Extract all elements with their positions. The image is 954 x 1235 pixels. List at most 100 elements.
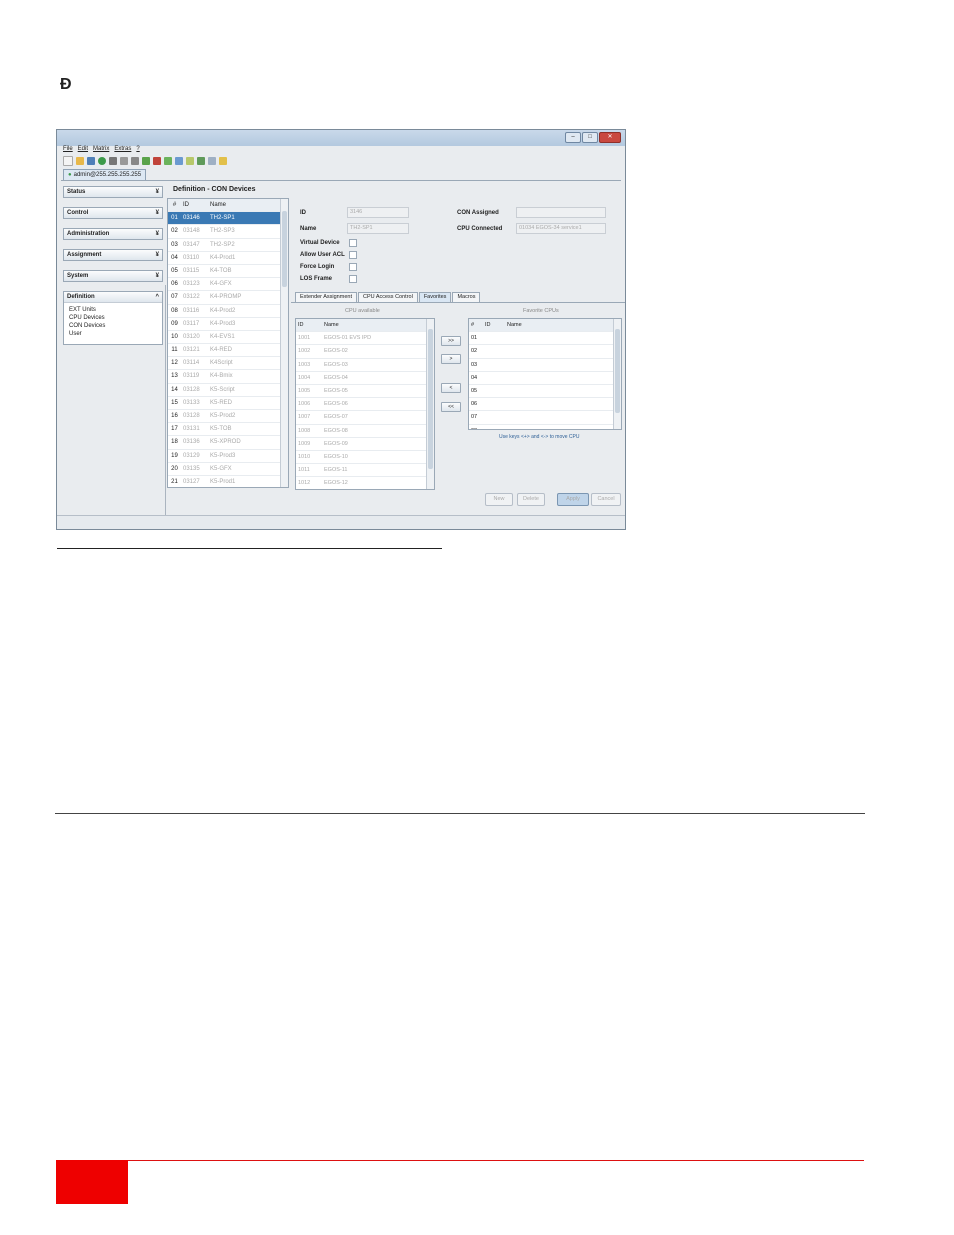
sidebar-system[interactable]: System ¥: [63, 270, 163, 282]
table-row[interactable]: 08: [469, 425, 621, 430]
close-button[interactable]: ✕: [599, 132, 621, 143]
table-row[interactable]: 1004 EGOS-04: [296, 372, 434, 385]
table-row[interactable]: 06: [469, 398, 621, 412]
minimize-button[interactable]: –: [565, 132, 581, 143]
table-row[interactable]: 20 03135 K5-GFX: [168, 463, 288, 476]
table-row[interactable]: 03 03147 TH2-SP2: [168, 239, 288, 252]
paste-icon[interactable]: [131, 157, 139, 165]
force-login-label: Force Login: [300, 264, 335, 270]
menu-extras[interactable]: Extras: [114, 146, 131, 154]
menu-matrix[interactable]: Matrix: [93, 146, 109, 154]
new-button[interactable]: New: [485, 493, 513, 506]
window-titlebar: – □ ✕: [57, 130, 625, 146]
sidebar-item-ext-units[interactable]: EXT Units: [69, 306, 157, 314]
export-icon[interactable]: [186, 157, 194, 165]
cut-icon[interactable]: [109, 157, 117, 165]
chevron-down-icon: ¥: [155, 189, 159, 195]
move-all-left-button[interactable]: <<: [441, 402, 461, 412]
sidebar-item-user[interactable]: User: [69, 330, 157, 338]
refresh-icon[interactable]: [98, 157, 106, 165]
sidebar-administration[interactable]: Administration ¥: [63, 228, 163, 240]
table-row[interactable]: 02 03148 TH2-SP3: [168, 225, 288, 239]
con-assigned-field[interactable]: [516, 207, 606, 218]
copy-icon[interactable]: [120, 157, 128, 165]
sidebar-control[interactable]: Control ¥: [63, 207, 163, 219]
table-row[interactable]: 11 03121 K4-RED: [168, 344, 288, 358]
table-row[interactable]: 07: [469, 411, 621, 425]
table-row[interactable]: 1010 EGOS-10: [296, 451, 434, 465]
table-row[interactable]: 1008 EGOS-08: [296, 425, 434, 438]
table-row[interactable]: 04: [469, 372, 621, 385]
upload-icon[interactable]: [164, 157, 172, 165]
save-icon[interactable]: [87, 157, 95, 165]
virtual-device-checkbox[interactable]: [349, 239, 357, 247]
apply-button[interactable]: Apply: [557, 493, 589, 506]
id-field[interactable]: 3146: [347, 207, 409, 218]
move-right-button[interactable]: >: [441, 354, 461, 364]
scrollbar[interactable]: [613, 319, 621, 429]
table-row[interactable]: 08 03116 K4-Prod2: [168, 305, 288, 318]
table-row[interactable]: 01 03146 TH2-SP1: [168, 212, 288, 226]
maximize-button[interactable]: □: [582, 132, 598, 143]
table-row[interactable]: 17 03131 K5-TOB: [168, 423, 288, 437]
table-row[interactable]: 18 03136 K5-XPROD: [168, 436, 288, 450]
name-field[interactable]: TH2-SP1: [347, 223, 409, 234]
table-row[interactable]: 1012 EGOS-12: [296, 477, 434, 489]
sidebar-definition[interactable]: Definition ^: [64, 292, 162, 303]
document-icon[interactable]: [208, 157, 216, 165]
table-row[interactable]: 1002 EGOS-02: [296, 345, 434, 359]
los-frame-checkbox[interactable]: [349, 275, 357, 283]
table-row[interactable]: 10 03120 K4-EVS1: [168, 331, 288, 345]
table-row[interactable]: 05 03115 K4-TOB: [168, 265, 288, 279]
sidebar-status[interactable]: Status ¥: [63, 186, 163, 198]
scrollbar-thumb[interactable]: [282, 211, 287, 287]
scrollbar[interactable]: [280, 199, 288, 487]
force-login-checkbox[interactable]: [349, 263, 357, 271]
table-row[interactable]: 21 03127 K5-Prod1: [168, 476, 288, 487]
menu-help[interactable]: ?: [136, 146, 139, 154]
menu-file[interactable]: File: [63, 146, 73, 154]
table-row[interactable]: 09 03117 K4-Prod3: [168, 318, 288, 331]
scrollbar[interactable]: [426, 319, 434, 489]
scrollbar-thumb[interactable]: [615, 329, 620, 413]
delete-button[interactable]: Delete: [517, 493, 545, 506]
table-row[interactable]: 1007 EGOS-07: [296, 411, 434, 425]
connect-icon[interactable]: [142, 157, 150, 165]
download-icon[interactable]: [175, 157, 183, 165]
import-icon[interactable]: [197, 157, 205, 165]
table-row[interactable]: 03: [469, 359, 621, 372]
move-left-button[interactable]: <: [441, 383, 461, 393]
table-row[interactable]: 1009 EGOS-09: [296, 438, 434, 451]
table-row[interactable]: 16 03128 K5-Prod2: [168, 410, 288, 424]
table-row[interactable]: 05: [469, 385, 621, 399]
table-row[interactable]: 1006 EGOS-06: [296, 398, 434, 412]
table-row[interactable]: 12 03114 K4Script: [168, 357, 288, 371]
table-row[interactable]: 13 03119 K4-Bmix: [168, 370, 288, 384]
menu-edit[interactable]: Edit: [78, 146, 88, 154]
cpu-connected-field[interactable]: 01034 EGOS-34 service1: [516, 223, 606, 234]
table-row[interactable]: 02: [469, 345, 621, 359]
disconnect-icon[interactable]: [153, 157, 161, 165]
notes-icon[interactable]: [219, 157, 227, 165]
table-row[interactable]: 1005 EGOS-05: [296, 385, 434, 399]
table-row[interactable]: 07 03122 K4-PROMP: [168, 291, 288, 305]
table-row[interactable]: 1011 EGOS-11: [296, 464, 434, 478]
table-row[interactable]: 01: [469, 332, 621, 346]
sidebar-item-con-devices[interactable]: CON Devices: [69, 322, 157, 330]
table-row[interactable]: 1001 EGOS-01 EVS IPD: [296, 332, 434, 346]
sidebar-assignment[interactable]: Assignment ¥: [63, 249, 163, 261]
new-file-icon[interactable]: [63, 156, 73, 166]
allow-user-acl-checkbox[interactable]: [349, 251, 357, 259]
table-row[interactable]: 19 03129 K5-Prod3: [168, 450, 288, 463]
table-row[interactable]: 04 03110 K4-Prod1: [168, 252, 288, 265]
sidebar-item-cpu-devices[interactable]: CPU Devices: [69, 314, 157, 322]
open-folder-icon[interactable]: [76, 157, 84, 165]
table-row[interactable]: 15 03133 K5-RED: [168, 397, 288, 410]
move-all-right-button[interactable]: >>: [441, 336, 461, 346]
scrollbar-thumb[interactable]: [428, 329, 433, 469]
session-tab[interactable]: ● admin@255.255.255.255: [63, 169, 147, 180]
table-row[interactable]: 14 03128 K5-Script: [168, 384, 288, 397]
table-row[interactable]: 1003 EGOS-03: [296, 359, 434, 372]
cancel-button[interactable]: Cancel: [591, 493, 621, 506]
table-row[interactable]: 06 03123 K4-GFX: [168, 278, 288, 292]
